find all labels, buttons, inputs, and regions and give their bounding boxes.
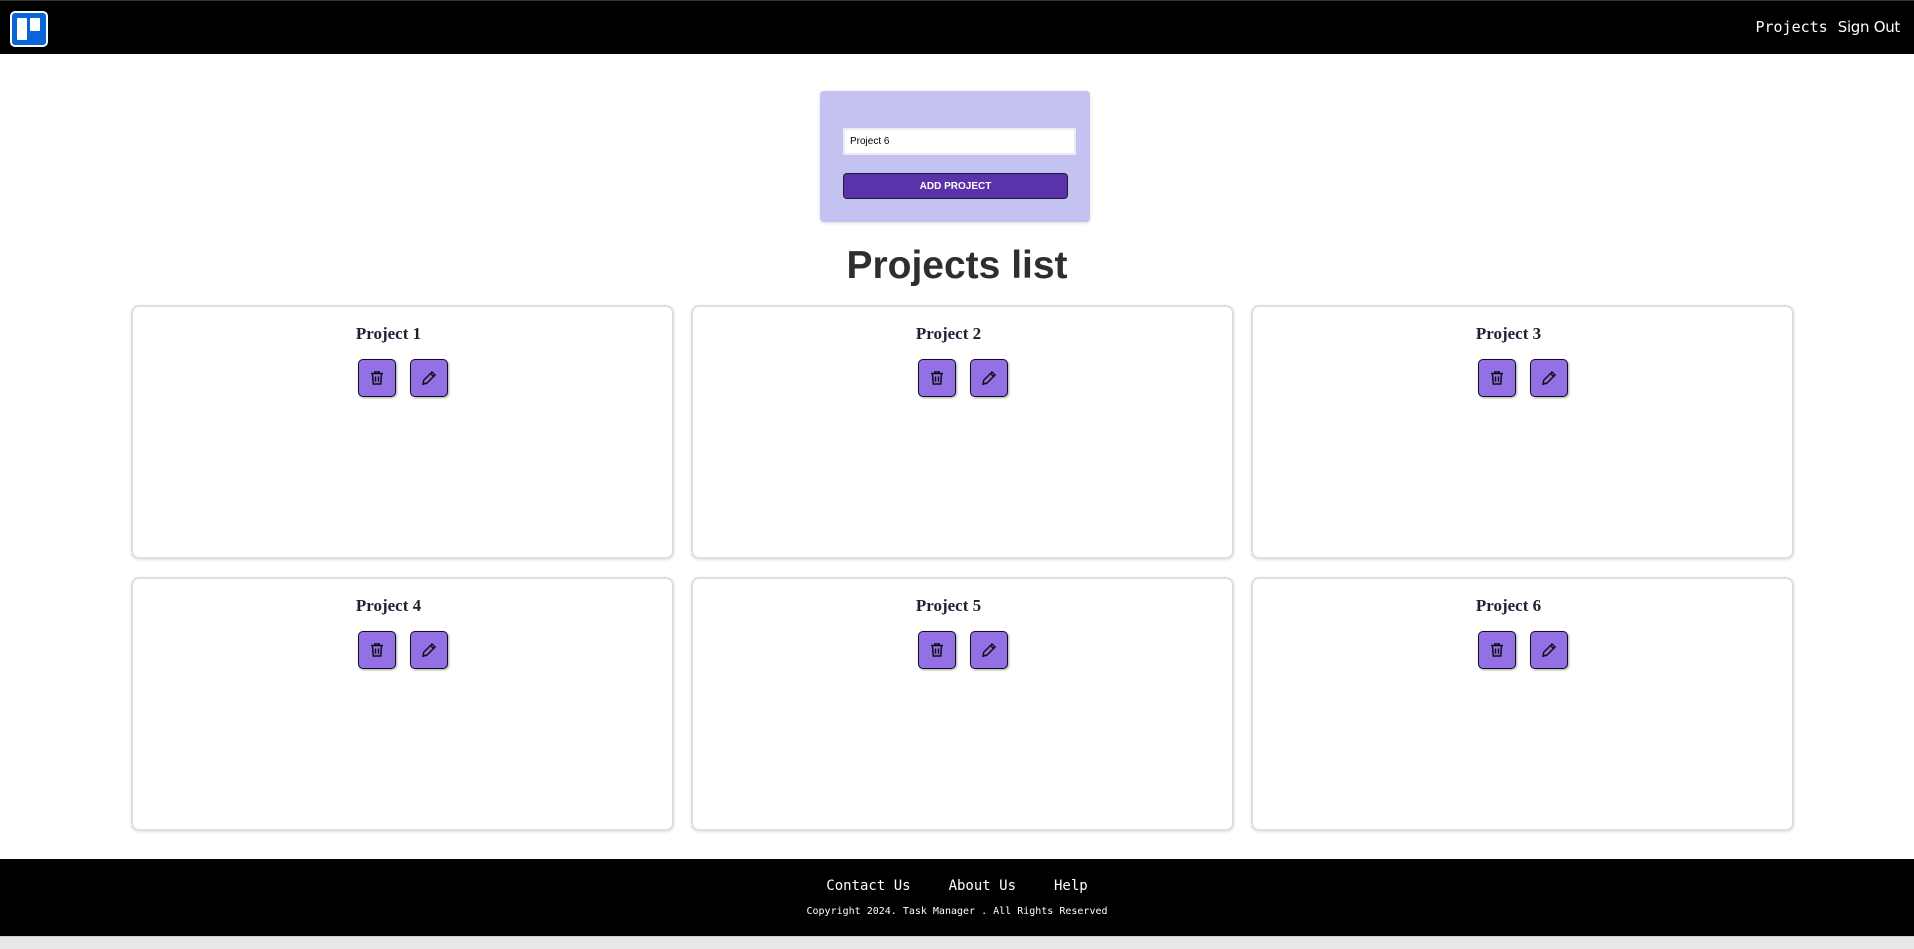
logo-right-bar [30, 18, 40, 31]
footer-link-about[interactable]: About Us [949, 878, 1016, 894]
edit-project-button[interactable] [970, 631, 1008, 669]
trash-icon [931, 643, 943, 657]
project-card: Project 4 [131, 577, 674, 831]
pencil-icon [1542, 642, 1557, 657]
project-card: Project 6 [1251, 577, 1794, 831]
add-project-button[interactable]: ADD PROJECT [843, 173, 1068, 199]
nav-link-sign-out[interactable]: Sign Out [1838, 18, 1901, 36]
nav-links: Projects Sign Out [1755, 18, 1900, 36]
pencil-icon [422, 370, 437, 385]
add-project-form: ADD PROJECT [820, 91, 1090, 222]
delete-project-button[interactable] [918, 359, 956, 397]
edit-project-button[interactable] [1530, 631, 1568, 669]
project-card: Project 5 [691, 577, 1234, 831]
app-logo-icon[interactable] [10, 11, 48, 47]
delete-project-button[interactable] [918, 631, 956, 669]
delete-project-button[interactable] [1478, 359, 1516, 397]
pencil-icon [1542, 370, 1557, 385]
page-footer: Contact Us About Us Help Copyright 2024.… [0, 859, 1914, 936]
project-actions [358, 359, 448, 397]
delete-project-button[interactable] [358, 631, 396, 669]
edit-project-button[interactable] [970, 359, 1008, 397]
delete-project-button[interactable] [1478, 631, 1516, 669]
delete-project-button[interactable] [358, 359, 396, 397]
project-name-input[interactable] [843, 128, 1076, 155]
project-card: Project 1 [131, 305, 674, 559]
project-card: Project 3 [1251, 305, 1794, 559]
edit-project-button[interactable] [410, 359, 448, 397]
trash-icon [931, 371, 943, 385]
pencil-icon [982, 642, 997, 657]
nav-link-projects[interactable]: Projects [1755, 18, 1827, 36]
footer-link-contact[interactable]: Contact Us [826, 878, 910, 894]
trash-icon [1491, 371, 1503, 385]
project-actions [1478, 359, 1568, 397]
trash-icon [371, 371, 383, 385]
project-title: Project 1 [355, 324, 422, 343]
pencil-icon [982, 370, 997, 385]
page-title: Projects list [846, 244, 1068, 287]
project-card: Project 2 [691, 305, 1234, 559]
pencil-icon [422, 642, 437, 657]
project-title: Project 4 [355, 596, 422, 615]
copyright-text: Copyright 2024. Task Manager . All Right… [806, 906, 1108, 917]
project-actions [918, 359, 1008, 397]
project-actions [918, 631, 1008, 669]
project-actions [358, 631, 448, 669]
logo-left-bar [17, 18, 27, 40]
edit-project-button[interactable] [410, 631, 448, 669]
project-actions [1478, 631, 1568, 669]
projects-grid: Project 1 Project 2 Project 3 Project 4 … [131, 305, 1794, 833]
project-title: Project 6 [1475, 596, 1542, 615]
project-title: Project 2 [915, 324, 982, 343]
browser-bottom-strip [0, 936, 1914, 949]
project-title: Project 3 [1475, 324, 1542, 343]
project-title: Project 5 [915, 596, 982, 615]
trash-icon [1491, 643, 1503, 657]
footer-link-help[interactable]: Help [1054, 878, 1088, 894]
footer-links: Contact Us About Us Help [0, 878, 1914, 894]
top-navbar: Projects Sign Out [0, 0, 1914, 54]
edit-project-button[interactable] [1530, 359, 1568, 397]
trash-icon [371, 643, 383, 657]
